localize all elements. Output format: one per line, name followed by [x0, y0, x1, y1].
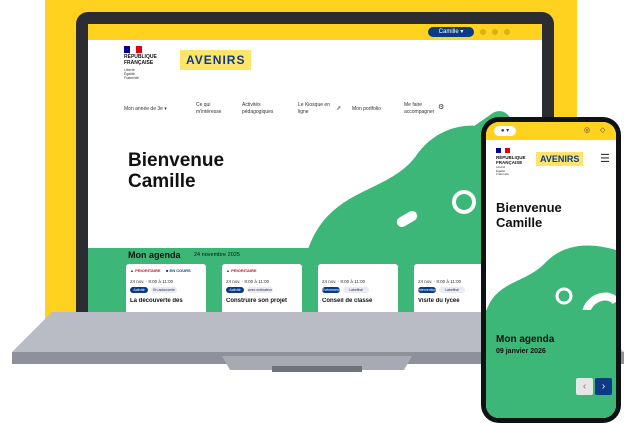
agenda-title: Mon agenda [128, 250, 181, 260]
phone-agenda-section [486, 310, 616, 418]
nav-item-interets[interactable]: Ce qui m'intéresse [196, 102, 221, 116]
avenirs-logo[interactable]: AVENIRS [180, 50, 252, 70]
user-menu-button[interactable]: Camille ▾ [428, 27, 474, 37]
settings-icon[interactable] [480, 29, 486, 35]
laptop-screen: Camille ▾ RÉPUBLIQUE FRANÇAISE Liberté Ég… [88, 24, 542, 312]
phone-agenda-date: 09 janvier 2026 [496, 348, 546, 355]
nav-item-mon-annee[interactable]: Mon année de 3e ▾ [124, 106, 167, 113]
avenirs-logo[interactable]: AVENIRS [536, 152, 584, 166]
phone-screen: ● ▾ ◎ ◇ RÉPUBLIQUE FRANÇAISE Liberté Égal… [486, 122, 616, 418]
french-flag-icon [124, 46, 142, 53]
republique-francaise-logo: RÉPUBLIQUE FRANÇAISE [124, 54, 157, 66]
phone-top-bar: ● ▾ ◎ ◇ [486, 122, 616, 140]
previous-button[interactable]: ‹ [576, 378, 593, 395]
agenda-card[interactable]: 24 nov. · 8:00 à 11:00 Événement Labelli… [318, 264, 398, 312]
top-bar: Camille ▾ [88, 24, 542, 40]
republique-francaise-logo: RÉPUBLIQUE FRANÇAISE [496, 155, 526, 165]
phone-decorative-shapes [486, 245, 616, 312]
notification-icon[interactable] [492, 29, 498, 35]
next-button[interactable]: › [595, 378, 612, 395]
agenda-card[interactable]: ▲ PRIORITAIRE 24 nov. · 8:00 à 11:00 Act… [222, 264, 302, 312]
motto: Liberté Égalité Fraternité [124, 68, 139, 80]
agenda-date: 24 novembre 2025 [194, 252, 240, 258]
agenda-card[interactable]: ▲ PRIORITAIRE ■ EN COURS 24 nov. · 8:00 … [126, 264, 206, 312]
menu-icon[interactable]: ☰ [600, 152, 610, 165]
help-icon[interactable]: ◎ [584, 126, 590, 134]
welcome-heading: Bienvenue Camille [128, 150, 225, 192]
phone-welcome-heading: Bienvenue Camille [496, 200, 562, 230]
help-icon[interactable] [504, 29, 510, 35]
user-icon[interactable]: ● ▾ [494, 126, 516, 136]
french-flag-icon [496, 148, 511, 153]
notification-icon[interactable]: ◇ [600, 126, 605, 134]
phone-agenda-title: Mon agenda [496, 334, 555, 345]
motto: Liberté Égalité Fraternité [496, 165, 509, 176]
